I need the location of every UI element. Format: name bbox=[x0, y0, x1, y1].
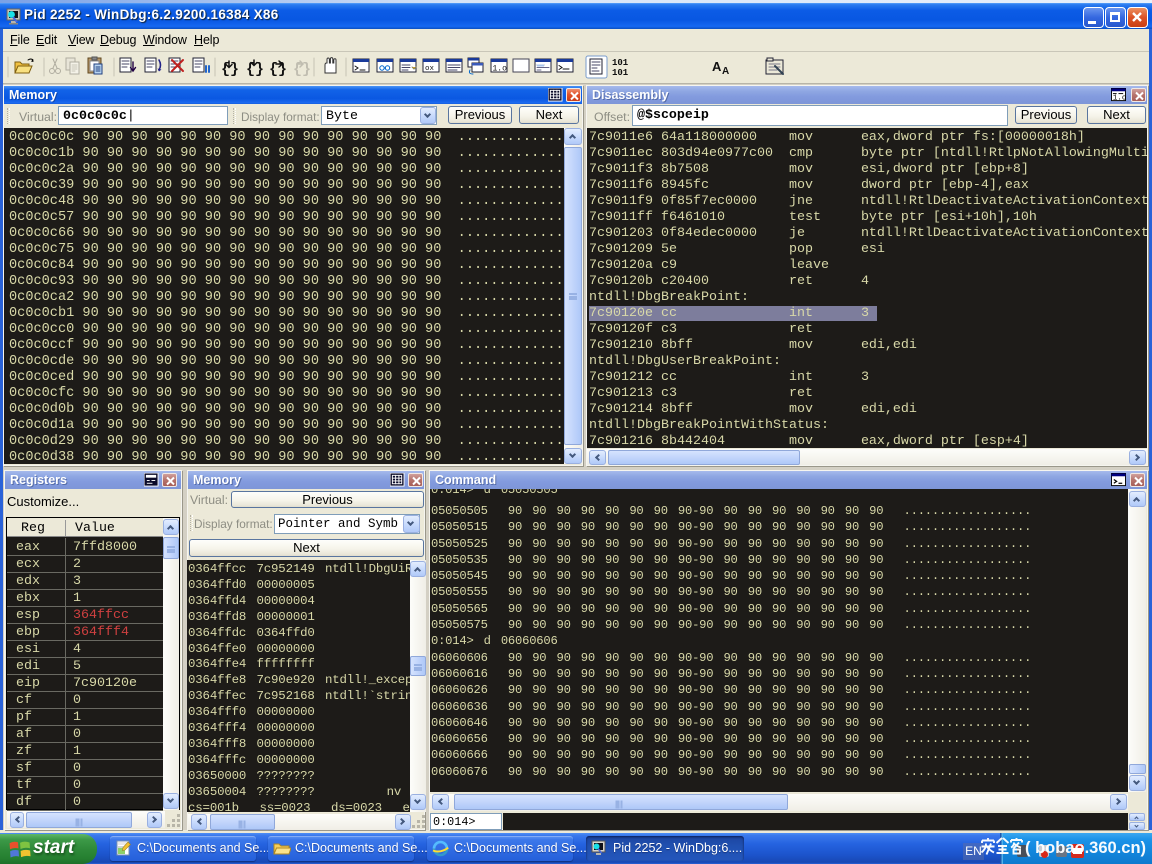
svg-text:101: 101 bbox=[612, 68, 629, 78]
svg-text:101: 101 bbox=[612, 58, 629, 68]
svg-text:( bobao.360.cn): ( bobao.360.cn) bbox=[1025, 839, 1146, 857]
svg-text:A: A bbox=[712, 59, 722, 74]
svg-text:A: A bbox=[722, 66, 729, 77]
svg-text:1.o: 1.o bbox=[493, 65, 508, 74]
svg-text:{}: {} bbox=[221, 61, 239, 78]
svg-text:ox: ox bbox=[425, 65, 435, 73]
svg-text:1.o: 1.o bbox=[1113, 95, 1126, 102]
